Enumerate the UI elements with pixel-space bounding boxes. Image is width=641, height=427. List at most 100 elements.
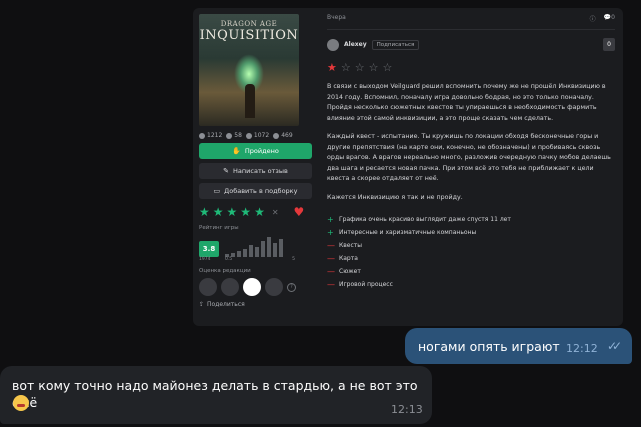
hist-bar <box>279 239 283 257</box>
hist-bar <box>267 237 271 257</box>
vote-count: 0 <box>603 38 615 51</box>
star-empty-icon: ☆ <box>340 61 351 74</box>
star-half-icon: ★ <box>327 61 337 74</box>
con-item: — Карта <box>327 252 615 265</box>
cover-title-big: INQUISITION <box>199 28 299 43</box>
axis-high: 5 <box>292 257 295 262</box>
star-icon: ★ <box>226 205 238 219</box>
add-collection-button: ▭ Добавить в подборку <box>199 183 312 199</box>
game-cover: DRAGON AGE INQUISITION <box>199 14 299 126</box>
plus-icon: + <box>327 215 334 224</box>
hand-icon <box>245 132 252 139</box>
star-icon: ★ <box>199 205 210 219</box>
hist-bar <box>255 247 259 257</box>
star-icon: ★ <box>212 205 224 219</box>
thumb-icon: ✋ <box>232 147 241 155</box>
stat-3: 1072 <box>253 132 270 139</box>
completed-button: ✋ Пройдено <box>199 143 312 159</box>
hist-bar <box>237 251 241 257</box>
rating-histogram <box>225 235 295 257</box>
review-date: Вчера <box>327 14 346 21</box>
rating-block: 3.8 1974 0.5 5 <box>199 235 312 262</box>
con-text: Игровой процесс <box>339 281 393 288</box>
author-name: Alexey <box>344 41 367 48</box>
completed-label: Пройдено <box>244 147 279 155</box>
review-body: Вчера ⓘ 💬0 Alexey Подписаться 0 ★ ☆ ☆ ☆ ☆… <box>327 14 615 291</box>
outgoing-message-time: 12:12 <box>566 342 598 355</box>
comment-count: 0 <box>611 14 615 21</box>
incoming-message[interactable]: вот кому точно надо майонез делать в ста… <box>0 366 432 424</box>
share-icon: ⇪ <box>199 301 205 308</box>
editor-icon <box>221 278 239 296</box>
plus-icon: + <box>327 228 334 237</box>
con-text: Сюжет <box>339 268 361 275</box>
share-label: Поделиться <box>207 301 245 308</box>
divider <box>327 29 615 30</box>
help-icon: ? <box>287 282 296 292</box>
pause-icon <box>273 132 280 139</box>
stat-4: 469 <box>281 132 293 139</box>
cover-title-small: DRAGON AGE <box>220 20 278 28</box>
share-link: ⇪ Поделиться <box>199 301 312 308</box>
con-item: — Сюжет <box>327 265 615 278</box>
con-text: Карта <box>339 255 358 262</box>
minus-icon: — <box>327 280 335 289</box>
review-paragraph: Кажется Инквизицию я так и не пройду. <box>327 193 463 201</box>
user-rating-row: ★ ★ ★ ★ ★ ✕ ♥ <box>199 205 312 219</box>
score-badge: 3.8 <box>199 241 219 257</box>
heart-icon: ♥ <box>293 205 305 219</box>
pro-text: Графика очень красиво выглядит даже спус… <box>339 216 511 223</box>
review-paragraph: Каждый квест - испытание. Ты кружишь по … <box>327 133 611 182</box>
clear-icon: ✕ <box>271 207 279 217</box>
game-sidebar: DRAGON AGE INQUISITION 1212 58 1072 469 … <box>199 14 312 308</box>
hist-bar <box>261 241 265 257</box>
editor-icon <box>265 278 283 296</box>
stat-1: 1212 <box>207 132 223 139</box>
info-icon: ⓘ <box>589 16 596 23</box>
review-stars: ★ ☆ ☆ ☆ ☆ <box>327 61 615 74</box>
editor-icon <box>243 278 261 296</box>
pros-cons-list: + Графика очень красиво выглядит даже спу… <box>327 213 615 291</box>
con-text: Квесты <box>339 242 363 249</box>
con-item: — Квесты <box>327 239 615 252</box>
star-empty-icon: ☆ <box>382 61 393 74</box>
score-count: 1974 <box>199 257 211 262</box>
star-icon: ★ <box>240 205 252 219</box>
con-item: — Игровой процесс <box>327 278 615 291</box>
collection-icon: ▭ <box>213 187 221 195</box>
write-review-label: Написать отзыв <box>233 167 288 175</box>
axis-low: 0.5 <box>225 257 233 262</box>
zipper-mouth-emoji-icon <box>13 395 29 411</box>
players-icon <box>199 132 205 139</box>
hist-bar <box>249 245 253 257</box>
outgoing-message-text: ногами опять играют <box>418 339 560 354</box>
rating-label: Рейтинг игры <box>199 225 239 231</box>
add-collection-label: Добавить в подборку <box>224 187 298 195</box>
read-check-icon: ✓✓ <box>607 339 622 353</box>
gamepad-icon <box>226 132 233 139</box>
minus-icon: — <box>327 267 335 276</box>
hist-axis: 0.5 5 <box>225 257 295 262</box>
star-icon: ★ <box>254 205 265 219</box>
star-empty-icon: ☆ <box>368 61 379 74</box>
editor-icon <box>199 278 217 296</box>
stat-2: 58 <box>234 132 242 139</box>
review-author: Alexey Подписаться 0 <box>327 38 615 51</box>
pro-item: + Интересные и харизматичные компаньоны <box>327 226 615 239</box>
avatar <box>327 38 339 51</box>
game-stats: 1212 58 1072 469 <box>199 132 312 139</box>
outgoing-message[interactable]: ногами опять играют 12:12 ✓✓ <box>405 328 632 364</box>
pencil-icon: ✎ <box>223 167 230 175</box>
incoming-message-time: 12:13 <box>391 403 423 416</box>
pro-item: + Графика очень красиво выглядит даже спу… <box>327 213 615 226</box>
comment-icon: 💬0 <box>603 14 615 21</box>
cover-figure <box>245 84 255 118</box>
minus-icon: — <box>327 254 335 263</box>
incoming-message-text: вот кому точно надо майонез делать в ста… <box>12 378 418 410</box>
review-paragraph: В связи с выходом Veilguard решил вспомн… <box>327 83 606 122</box>
hist-bar <box>243 249 247 257</box>
write-review-button: ✎ Написать отзыв <box>199 163 312 179</box>
review-topline: Вчера ⓘ 💬0 <box>327 14 615 23</box>
editor-ratings: ? <box>199 278 312 296</box>
review-card-image[interactable]: DRAGON AGE INQUISITION 1212 58 1072 469 … <box>193 8 623 326</box>
